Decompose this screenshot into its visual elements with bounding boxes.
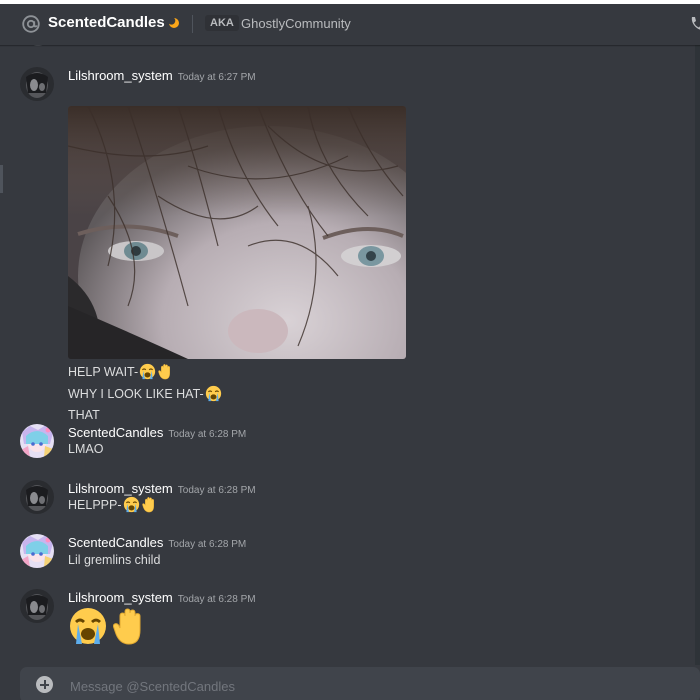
dm-recipient-name: ScentedCandles (48, 14, 165, 31)
message-timestamp: Today at 6:28 PM (168, 429, 247, 440)
message-line: HELPPP- (68, 496, 158, 513)
avatar[interactable] (20, 480, 54, 514)
message-composer (20, 667, 700, 700)
message-header: Lilshroom_system Today at 6:27 PM (68, 67, 256, 85)
photo-attachment[interactable] (68, 106, 406, 359)
aka-badge: AKA (205, 15, 239, 31)
raised-hand-icon (141, 496, 158, 513)
message-line: HELP WAIT- (68, 363, 174, 380)
channel-header: ScentedCandles AKA GhostlyCommunity (0, 4, 700, 45)
dm-window: ScentedCandles AKA GhostlyCommunity Lils… (0, 0, 700, 700)
moon-icon (168, 17, 179, 28)
add-attachment-button[interactable] (36, 676, 53, 693)
avatar[interactable] (20, 589, 54, 623)
message-timestamp: Today at 6:28 PM (177, 485, 256, 496)
loudly-crying-face-icon (68, 606, 108, 646)
message-header: ScentedCandles Today at 6:28 PM (68, 534, 246, 552)
avatar[interactable] (20, 67, 54, 101)
author-name[interactable]: ScentedCandles (68, 425, 163, 440)
message-timestamp: Today at 6:28 PM (177, 594, 256, 605)
header-divider (192, 15, 193, 33)
message-header: ScentedCandles Today at 6:28 PM (68, 424, 246, 442)
message-text: HELP WAIT- (68, 364, 139, 379)
loudly-crying-face-icon (205, 385, 222, 402)
jumbo-emoji-line (68, 606, 152, 646)
message-line: LMAO (68, 442, 103, 456)
at-sign-icon (22, 15, 40, 33)
message-scrollbar[interactable] (695, 45, 700, 665)
avatar[interactable] (20, 534, 54, 568)
message-text: WHY I LOOK LIKE HAT- (68, 386, 204, 401)
loudly-crying-face-icon (139, 363, 156, 380)
message-timestamp: Today at 6:27 PM (177, 72, 256, 83)
author-name[interactable]: Lilshroom_system (68, 481, 173, 496)
message-text: THAT (68, 408, 100, 422)
author-name[interactable]: ScentedCandles (68, 535, 163, 550)
author-name[interactable]: Lilshroom_system (68, 68, 173, 83)
recipient-nickname: GhostlyCommunity (241, 16, 351, 31)
message-line: THAT (68, 408, 100, 422)
phone-call-icon[interactable] (688, 15, 700, 33)
raised-hand-icon (110, 606, 150, 646)
message-list: Lilshroom_system Today at 6:27 PM HELP W… (0, 36, 695, 665)
message-line: WHY I LOOK LIKE HAT- (68, 385, 222, 402)
message-timestamp: Today at 6:28 PM (168, 539, 247, 550)
message-header: Lilshroom_system Today at 6:28 PM (68, 589, 256, 607)
raised-hand-icon (157, 363, 174, 380)
message-text: LMAO (68, 442, 104, 456)
loudly-crying-face-icon (123, 496, 140, 513)
message-text: Lil gremlins child (68, 553, 161, 567)
message-text: HELPPP- (68, 497, 122, 512)
message-input[interactable] (68, 667, 672, 700)
avatar[interactable] (20, 424, 54, 458)
message-line: Lil gremlins child (68, 553, 160, 567)
author-name[interactable]: Lilshroom_system (68, 590, 173, 605)
